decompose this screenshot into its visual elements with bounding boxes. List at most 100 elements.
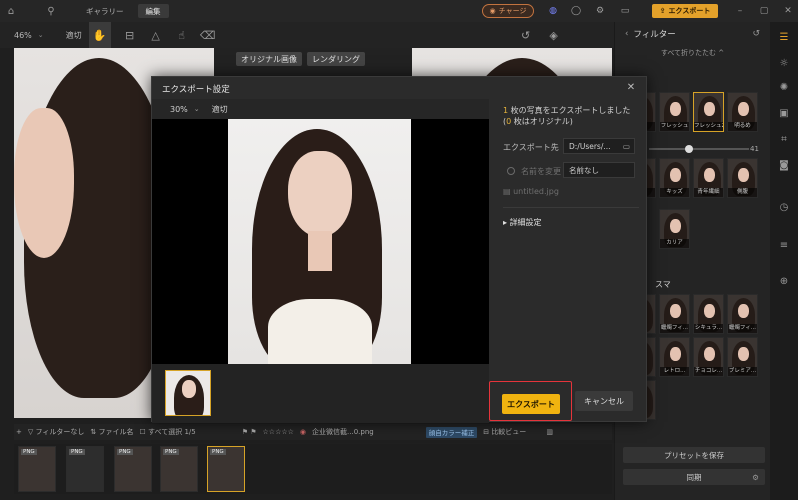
gear-icon[interactable]: ⚙: [593, 4, 607, 18]
chevron-left-icon[interactable]: ‹: [625, 29, 628, 39]
filter-thumb[interactable]: 蠟燭フィ...: [727, 294, 758, 334]
panel-toggle-icon[interactable]: ▥: [546, 428, 553, 436]
export-button[interactable]: エクスポート: [502, 394, 560, 414]
refresh-icon[interactable]: ↺: [752, 29, 760, 39]
user-icon[interactable]: ◯: [569, 4, 583, 18]
maximize-icon[interactable]: ▢: [757, 4, 771, 18]
add-icon[interactable]: ⊕: [777, 274, 791, 288]
flag-icon[interactable]: ⚑ ⚑: [242, 428, 257, 436]
side-icon-strip: ☰ ☼ ✺ ▣ ⌗ ◙ ◷ ≡ ⊕: [770, 22, 798, 500]
select-all-checkbox[interactable]: ☐ すべて選択 1/5: [139, 427, 195, 437]
filter-icon: ▽: [27, 428, 34, 436]
charge-button[interactable]: ◉ チャージ: [482, 4, 534, 18]
file-name-label: ファイル名: [98, 428, 134, 436]
advanced-settings-toggle[interactable]: ▸ 詳細設定: [503, 217, 542, 228]
bulb-icon[interactable]: ☼: [777, 56, 791, 70]
discord-icon[interactable]: ◍: [546, 4, 560, 18]
filmstrip: PNG PNG PNG PNG PNG: [14, 444, 612, 494]
film-thumb[interactable]: PNG: [66, 446, 104, 492]
camera-icon[interactable]: ◙: [777, 158, 791, 172]
original-image-label: オリジナル画像: [236, 52, 302, 66]
select-all-label: すべて選択 1/5: [148, 428, 196, 436]
filter-thumb[interactable]: ブレミア...: [727, 337, 758, 377]
file-icon: ▤: [503, 187, 514, 196]
history-icon[interactable]: ◷: [777, 200, 791, 214]
cancel-button[interactable]: キャンセル: [575, 391, 633, 411]
export-count-label: 枚の写真をエクスポートしました: [508, 106, 631, 115]
save-preset-button[interactable]: プリセットを保存: [623, 447, 765, 463]
file-name-button[interactable]: ⇅ ファイル名: [90, 427, 133, 437]
add-icon[interactable]: +: [16, 428, 22, 436]
hand-tool-icon[interactable]: ✋: [88, 22, 111, 48]
coin-icon: ◉: [489, 7, 496, 15]
home-icon[interactable]: ⌂: [0, 0, 22, 22]
compare-view-button[interactable]: ⊟ 比較ビュー: [483, 427, 526, 437]
film-thumb[interactable]: PNG: [18, 446, 56, 492]
sun-icon[interactable]: ✺: [777, 80, 791, 94]
image-icon[interactable]: ▣: [777, 106, 791, 120]
filter-thumb[interactable]: レトロ...: [659, 337, 690, 377]
star-rating[interactable]: ☆☆☆☆☆: [263, 428, 294, 436]
strength-slider[interactable]: [649, 145, 749, 153]
chevron-down-icon[interactable]: ⌄: [194, 105, 200, 113]
export-destination-field[interactable]: D:/Users/... ▭: [563, 138, 635, 154]
filter-thumb[interactable]: シキュラ...: [693, 294, 724, 334]
advanced-settings-label: 詳細設定: [509, 218, 542, 227]
crop-icon[interactable]: ⌗: [777, 132, 791, 146]
filter-thumb-selected[interactable]: フレッシュ2: [693, 92, 724, 132]
filter-thumb[interactable]: 明るめ: [727, 92, 758, 132]
filter-none-button[interactable]: ▽ フィルターなし: [28, 427, 85, 437]
filter-panel-title: フィルター: [633, 30, 676, 40]
search-icon[interactable]: ⚲: [40, 0, 62, 22]
list-icon[interactable]: ≡: [777, 238, 791, 252]
rename-value: 名前なし: [569, 165, 599, 175]
section-2-title: スマ: [655, 280, 671, 289]
film-thumb[interactable]: PNG: [114, 446, 152, 492]
filter-thumb[interactable]: 蠟燭フィ...: [659, 294, 690, 334]
touch-icon[interactable]: ☝: [171, 22, 193, 48]
strength-slider-handle[interactable]: [685, 145, 693, 153]
collapse-all-link[interactable]: すべて折りたたむ ^: [615, 46, 770, 60]
folder-icon[interactable]: ▭: [623, 142, 630, 151]
filter-thumb[interactable]: フレッシュ: [659, 92, 690, 132]
preview-photo: [228, 119, 411, 364]
flip-icon[interactable]: △: [145, 22, 167, 48]
auto-color-pill[interactable]: 顔自カラー補正: [425, 426, 478, 438]
filter-thumb[interactable]: 側腹: [727, 158, 758, 198]
document-icon[interactable]: ▭: [618, 4, 632, 18]
adjust-sliders-icon[interactable]: ☰: [777, 30, 791, 44]
gear-icon[interactable]: ⚙: [752, 473, 759, 482]
filter-thumb-label: 側腹: [728, 188, 757, 197]
export-top-button[interactable]: ⇪ エクスポート: [652, 4, 718, 18]
divider: [503, 207, 639, 208]
fit-button[interactable]: 適切: [59, 22, 89, 48]
output-filename: ▤ untitled.jpg: [503, 187, 559, 196]
compare-icon: ⊟: [483, 428, 490, 436]
preview-zoom[interactable]: 30%: [170, 105, 188, 114]
minimize-icon[interactable]: –: [733, 4, 747, 18]
tab-edit[interactable]: 編集: [137, 4, 169, 18]
filter-panel-header: ‹ フィルター ↺: [615, 22, 770, 46]
color-label-icon[interactable]: ◉: [300, 428, 306, 436]
sync-button[interactable]: 同期 ⚙: [623, 469, 765, 485]
filter-thumb[interactable]: 青年繊細: [693, 158, 724, 198]
filter-thumb-label: 青年繊細: [694, 188, 723, 197]
tab-gallery[interactable]: ギャラリー: [78, 4, 132, 18]
preview-fit-button[interactable]: 適切: [212, 104, 228, 115]
rename-radio[interactable]: [507, 167, 515, 175]
close-window-icon[interactable]: ✕: [781, 4, 795, 18]
eraser-icon[interactable]: ⌫: [197, 22, 219, 48]
close-icon[interactable]: ✕: [624, 80, 638, 94]
export-destination-value: D:/Users/...: [569, 141, 611, 151]
reset-icon[interactable]: ↺: [515, 22, 537, 48]
layers-icon[interactable]: ◈: [543, 22, 565, 48]
film-thumb[interactable]: PNG: [160, 446, 198, 492]
filter-thumb[interactable]: キッズ: [659, 158, 690, 198]
export-thumb-selected[interactable]: [165, 370, 211, 416]
filter-thumb[interactable]: カリア: [659, 209, 690, 249]
zoom-select[interactable]: 46% ⌄: [0, 22, 51, 48]
rename-field[interactable]: 名前なし: [563, 162, 635, 178]
compare-split-icon[interactable]: ⊟: [119, 22, 141, 48]
film-thumb-selected[interactable]: PNG: [207, 446, 245, 492]
filter-thumb[interactable]: チョコレ...: [693, 337, 724, 377]
